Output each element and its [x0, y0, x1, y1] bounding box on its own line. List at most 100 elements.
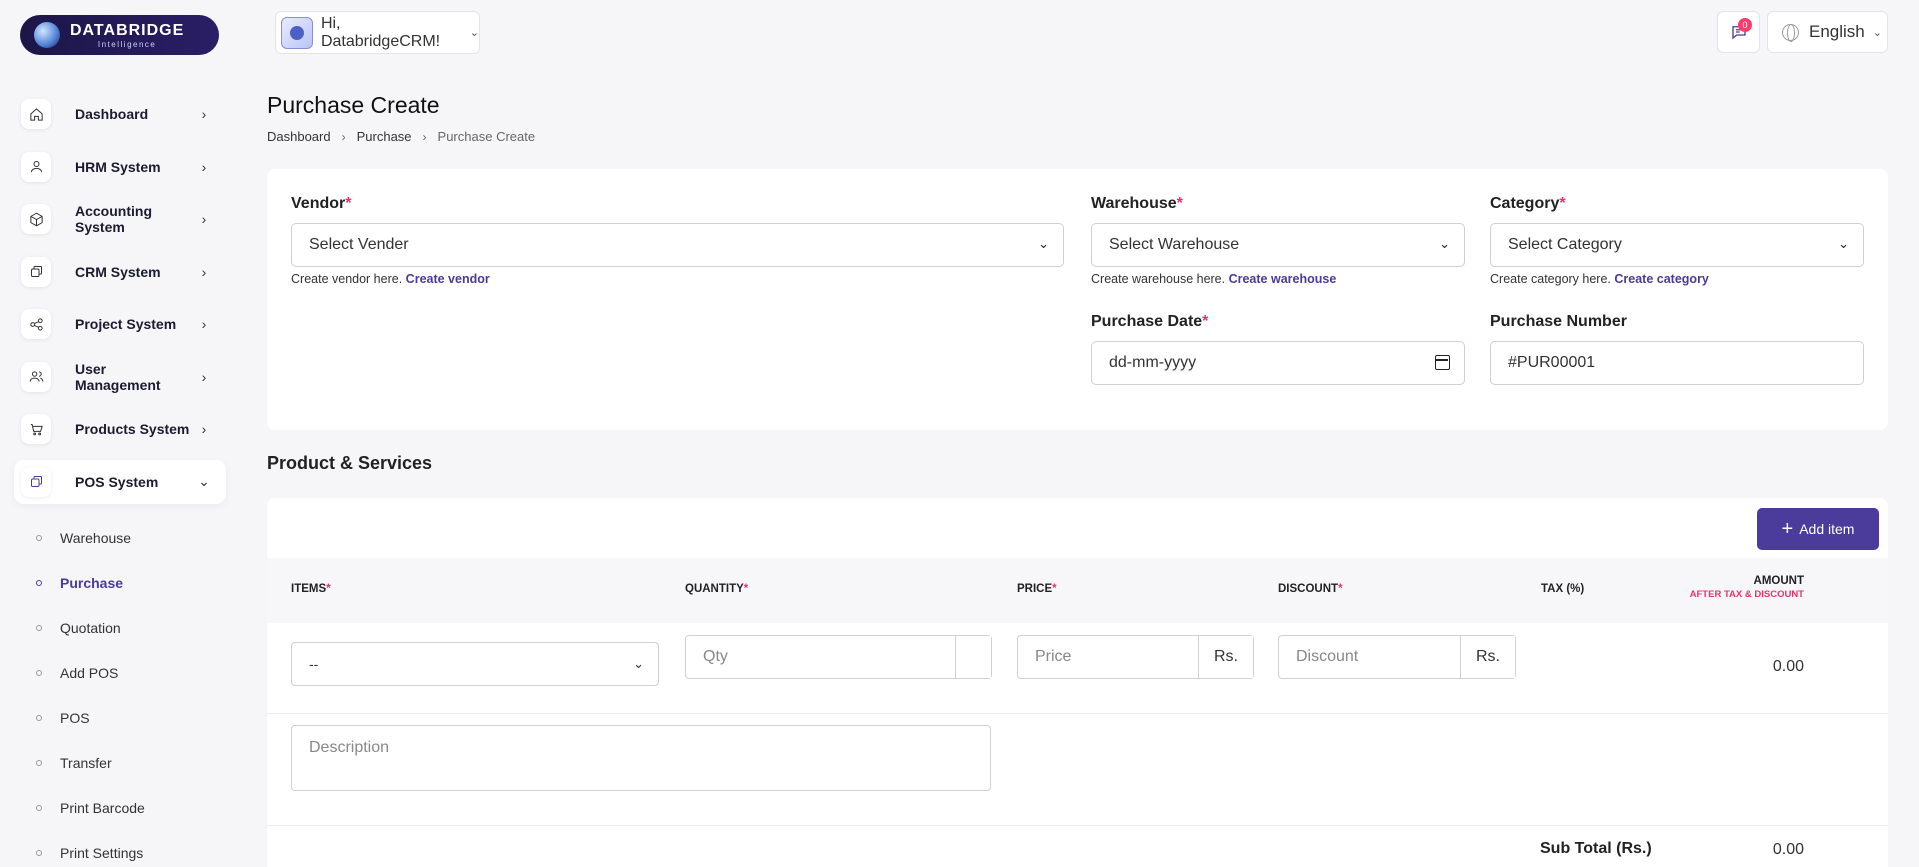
subnav-item-print-settings[interactable]: Print Settings [36, 830, 226, 867]
bullet-icon [36, 534, 42, 541]
chevron-right-icon: › [201, 158, 207, 175]
notification-button[interactable]: 0 [1717, 11, 1760, 53]
warehouse-select-value: Select Warehouse [1109, 236, 1240, 253]
breadcrumb-dashboard[interactable]: Dashboard [267, 129, 331, 144]
subtotal-value: 0.00 [1772, 841, 1804, 858]
sidebar-item-label: HRM System [75, 158, 161, 175]
row-divider [267, 713, 1888, 714]
chevron-right-icon: › [201, 106, 207, 122]
row-amount: 0.00 [1772, 658, 1804, 675]
subnav-item-label: Print Settings [60, 844, 144, 861]
users-icon [21, 361, 51, 392]
globe-icon [1782, 23, 1799, 42]
chevron-right-icon: › [201, 421, 207, 437]
subnav-item-print-barcode[interactable]: Print Barcode [36, 785, 226, 830]
chevron-right-icon: › [341, 129, 346, 144]
subnav-item-label: Quotation [60, 619, 121, 636]
chevron-down-icon: ⌄ [1872, 26, 1882, 39]
price-input[interactable]: Price Rs. [1017, 635, 1254, 679]
purchase-date-input[interactable]: dd-mm-yyyy [1091, 341, 1465, 385]
notification-badge: 0 [1738, 18, 1752, 32]
breadcrumb-purchase[interactable]: Purchase [357, 129, 412, 144]
bullet-icon [36, 669, 42, 676]
brand-logo[interactable]: DATABRIDGE Intelligence [20, 15, 219, 55]
quantity-input[interactable]: Qty [685, 635, 992, 679]
sidebar: DATABRIDGE Intelligence Dashboard › HRM … [0, 0, 240, 867]
cart-icon [21, 414, 51, 444]
create-category-link[interactable]: Create category [1614, 272, 1709, 286]
category-select-value: Select Category [1508, 236, 1622, 253]
description-placeholder: Description [309, 739, 390, 756]
bullet-icon [36, 849, 42, 856]
sidebar-item-hrm-system[interactable]: HRM System › [14, 145, 226, 189]
chevron-down-icon: ⌄ [1439, 236, 1450, 251]
category-label: Category* [1490, 195, 1566, 212]
add-item-label: Add item [1799, 521, 1855, 537]
language-selector[interactable]: English ⌄ [1767, 11, 1888, 53]
box-icon [21, 204, 51, 234]
sidebar-item-label: Accounting System [75, 203, 152, 235]
page-title: Purchase Create [267, 92, 440, 118]
layers-icon [21, 256, 51, 287]
subnav-item-warehouse[interactable]: Warehouse [36, 515, 226, 560]
create-warehouse-link[interactable]: Create warehouse [1229, 272, 1337, 286]
brand-mark-icon [34, 22, 60, 48]
vendor-label: Vendor* [291, 195, 352, 212]
warehouse-help-text: Create warehouse here. [1091, 272, 1226, 286]
bullet-icon [36, 804, 42, 811]
pos-subnav: Warehouse Purchase Quotation Add POS POS… [36, 515, 226, 867]
description-textarea[interactable]: Description [291, 725, 991, 791]
sidebar-item-accounting-system[interactable]: Accounting System › [14, 197, 226, 241]
calendar-icon[interactable] [1435, 355, 1450, 370]
purchase-number-input[interactable]: #PUR00001 [1490, 341, 1864, 385]
subtotal-label: Sub Total (Rs.) [1540, 840, 1652, 857]
subnav-item-pos[interactable]: POS [36, 695, 226, 740]
subnav-item-quotation[interactable]: Quotation [36, 605, 226, 650]
sidebar-item-pos-system[interactable]: POS System ⌄ [14, 459, 226, 504]
discount-input[interactable]: Discount Rs. [1278, 635, 1516, 679]
item-select[interactable]: -- ⌄ [291, 642, 659, 686]
subnav-item-label: Add POS [60, 664, 119, 681]
purchase-date-label: Purchase Date* [1091, 313, 1209, 330]
column-header-price: PRICE* [1017, 583, 1057, 595]
sidebar-item-dashboard[interactable]: Dashboard › [14, 92, 226, 136]
section-title: Product & Services [267, 453, 433, 473]
chevron-down-icon: ⌄ [1038, 236, 1049, 251]
chevron-down-icon: ⌄ [469, 27, 479, 39]
user-icon [21, 151, 51, 182]
sidebar-item-user-management[interactable]: User Management › [14, 355, 226, 399]
user-menu[interactable]: Hi, DatabridgeCRM! ⌄ [275, 11, 480, 54]
sidebar-item-crm-system[interactable]: CRM System › [14, 250, 226, 294]
breadcrumb-current: Purchase Create [437, 129, 536, 144]
vendor-select-value: Select Vender [309, 236, 409, 253]
breadcrumb: Dashboard › Purchase › Purchase Create [267, 129, 535, 144]
row-divider [267, 825, 1888, 826]
warehouse-label: Warehouse* [1091, 195, 1183, 212]
sidebar-item-project-system[interactable]: Project System › [14, 302, 226, 346]
purchase-form-card [267, 169, 1888, 430]
chevron-right-icon: › [201, 368, 207, 385]
subnav-item-purchase[interactable]: Purchase [36, 560, 226, 605]
sidebar-item-products-system[interactable]: Products System › [14, 407, 226, 451]
quantity-addon [955, 636, 991, 678]
subnav-item-transfer[interactable]: Transfer [36, 740, 226, 785]
sidebar-item-label: Dashboard [75, 106, 149, 122]
language-label: English [1809, 22, 1865, 41]
column-header-items: ITEMS* [291, 583, 331, 595]
add-item-button[interactable]: + Add item [1757, 508, 1879, 550]
home-icon [21, 99, 51, 129]
subnav-item-add-pos[interactable]: Add POS [36, 650, 226, 695]
share-icon [21, 309, 51, 339]
column-header-discount: DISCOUNT* [1278, 583, 1343, 595]
subnav-item-label: Print Barcode [60, 799, 145, 816]
subnav-item-label: Warehouse [60, 529, 132, 546]
discount-currency: Rs. [1460, 636, 1515, 678]
create-vendor-link[interactable]: Create vendor [406, 272, 490, 286]
chevron-right-icon: › [422, 129, 427, 144]
warehouse-select[interactable]: Select Warehouse ⌄ [1091, 223, 1465, 267]
vendor-select[interactable]: Select Vender ⌄ [291, 223, 1064, 267]
plus-icon: + [1781, 518, 1794, 540]
category-select[interactable]: Select Category ⌄ [1490, 223, 1864, 267]
bullet-icon [36, 579, 42, 586]
price-currency: Rs. [1198, 636, 1253, 678]
